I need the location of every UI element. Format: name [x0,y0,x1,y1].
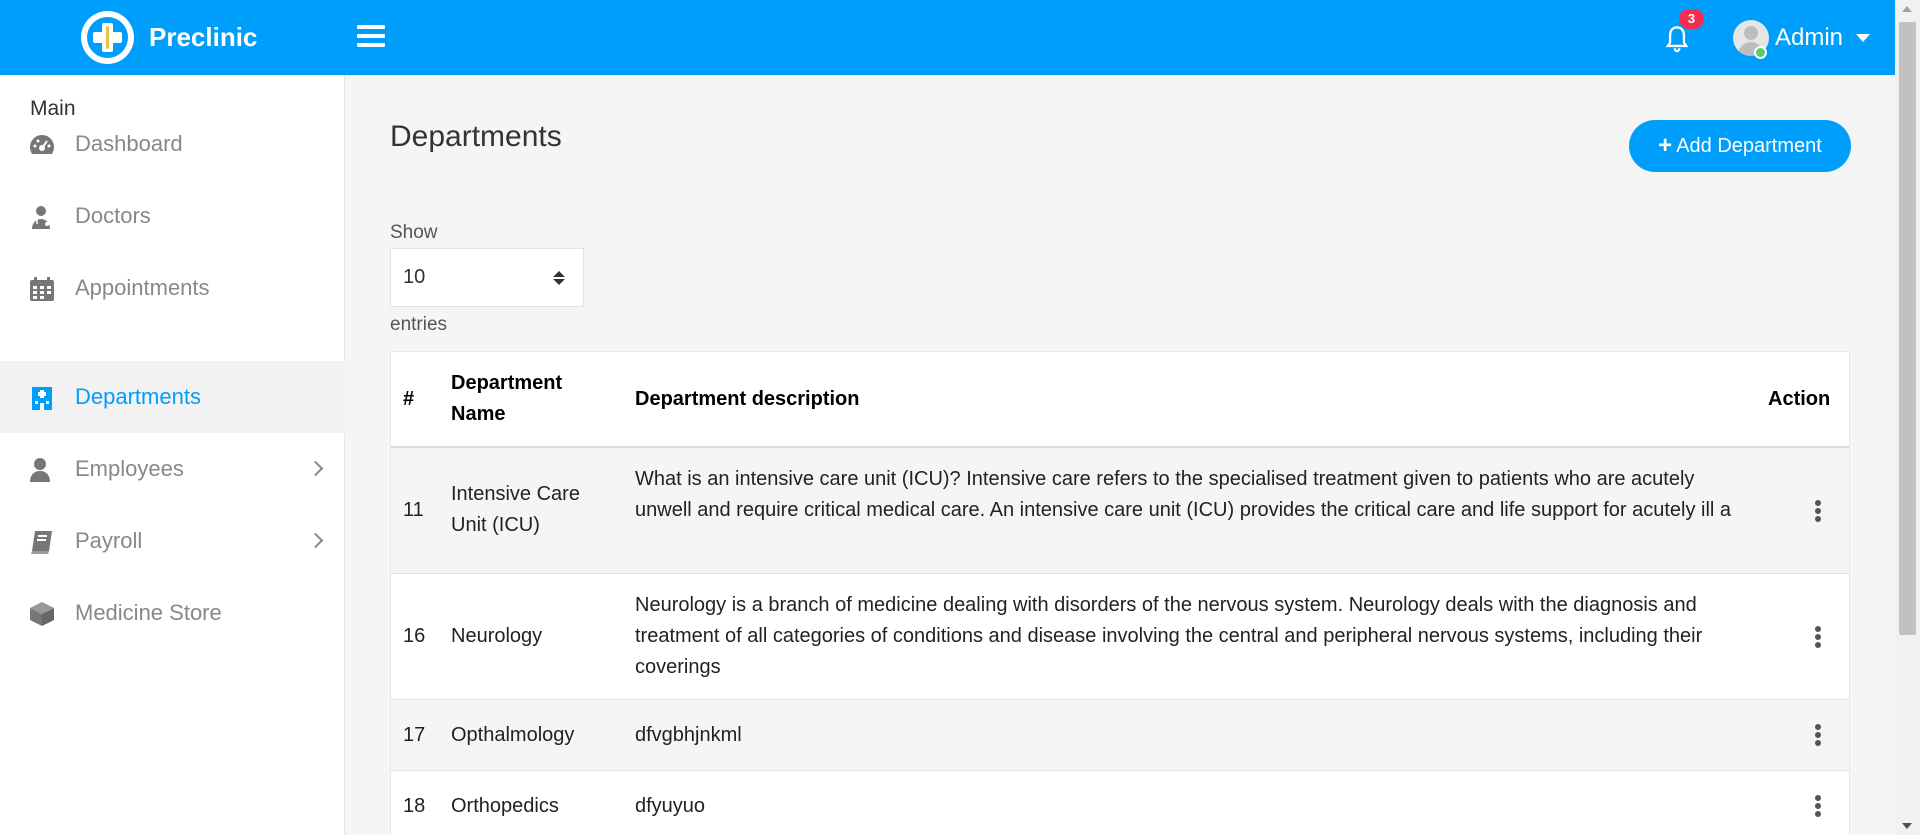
page-title: Departments [390,120,562,153]
cell-id: 18 [403,795,426,817]
sidebar-item-label: Doctors [75,203,151,228]
scroll-up-icon[interactable] [1902,6,1912,12]
sidebar-item-medicine-store[interactable]: Medicine Store [0,577,345,649]
sidebar-item-doctors[interactable]: Doctors [0,180,345,252]
book-icon [28,529,56,555]
table-row: 16 Neurology Neurology is a branch of me… [391,574,1849,700]
table-row: 18 Orthopedics dfyuyuo [391,771,1849,835]
more-options-icon[interactable] [1815,626,1821,648]
column-header-id[interactable]: # [403,384,414,415]
sidebar-item-appointments[interactable]: Appointments [0,252,345,324]
cell-id: 11 [403,499,424,521]
add-department-label: Add Department [1676,134,1822,157]
chevron-right-icon [307,460,324,477]
table-row: 11 Intensive Care Unit (ICU) What is an … [391,448,1849,574]
page-scrollbar[interactable] [1895,0,1920,835]
more-options-icon[interactable] [1815,795,1821,817]
chevron-down-icon [1856,34,1871,42]
entries-label: entries [390,314,448,335]
show-label: Show [390,222,438,243]
plus-icon: + [1658,132,1673,159]
cell-description: What is an intensive care unit (ICU)? In… [635,468,1732,521]
dashboard-icon [28,132,56,158]
more-options-icon[interactable] [1815,724,1821,746]
cell-description: Neurology is a branch of medicine dealin… [635,594,1703,678]
chevron-right-icon [307,532,324,549]
hospital-icon [28,385,56,411]
cell-id: 16 [403,625,426,647]
scroll-down-icon[interactable] [1902,823,1912,829]
cell-description: dfyuyuo [635,795,706,817]
logo-icon [81,11,134,64]
column-header-action[interactable]: Action [1768,384,1830,415]
user-name: Admin [1775,24,1844,51]
sidebar-item-label: Employees [75,456,184,481]
sidebar-item-label: Departments [75,384,201,409]
online-status-icon [1754,46,1767,59]
sidebar-item-label: Dashboard [75,131,183,156]
sidebar-item-label: Appointments [75,275,210,300]
cell-name: Intensive Care Unit (ICU) [451,483,580,536]
select-arrows-icon [553,271,565,285]
cube-icon [28,601,56,627]
sidebar-item-label: Payroll [75,528,143,553]
table-row: 17 Opthalmology dfvgbhjnkml [391,700,1849,771]
add-department-button[interactable]: + Add Department [1629,120,1851,172]
sidebar-item-label: Medicine Store [75,600,222,625]
menu-toggle-icon[interactable] [357,25,385,47]
calendar-icon [28,276,56,302]
table-header: # Department Name Department description… [391,352,1849,448]
sidebar-item-employees[interactable]: Employees [0,433,345,505]
cell-description: dfvgbhjnkml [635,724,742,746]
column-header-description[interactable]: Department description [635,384,859,415]
cell-id: 17 [403,724,426,746]
user-icon [28,457,56,483]
top-header: Preclinic [0,0,1895,75]
brand-name: Preclinic [149,22,258,52]
cell-name: Opthalmology [451,724,575,746]
scroll-thumb[interactable] [1899,22,1916,635]
doctor-icon [28,204,56,230]
entries-value: 10 [403,266,426,288]
notification-badge: 3 [1679,9,1704,29]
sidebar-item-dashboard[interactable]: Dashboard [0,108,345,180]
brand-logo[interactable]: Preclinic [81,11,257,64]
sidebar-item-payroll[interactable]: Payroll [0,505,345,577]
sidebar: Main Dashboard Doctors Appointments Depa… [0,75,345,835]
departments-table: # Department Name Department description… [390,351,1850,835]
more-options-icon[interactable] [1815,500,1821,522]
sidebar-item-departments[interactable]: Departments [0,361,345,433]
cell-name: Orthopedics [451,795,559,817]
cell-name: Neurology [451,625,543,647]
column-header-name[interactable]: Department Name [451,368,591,430]
entries-select[interactable]: 10 [390,248,584,307]
